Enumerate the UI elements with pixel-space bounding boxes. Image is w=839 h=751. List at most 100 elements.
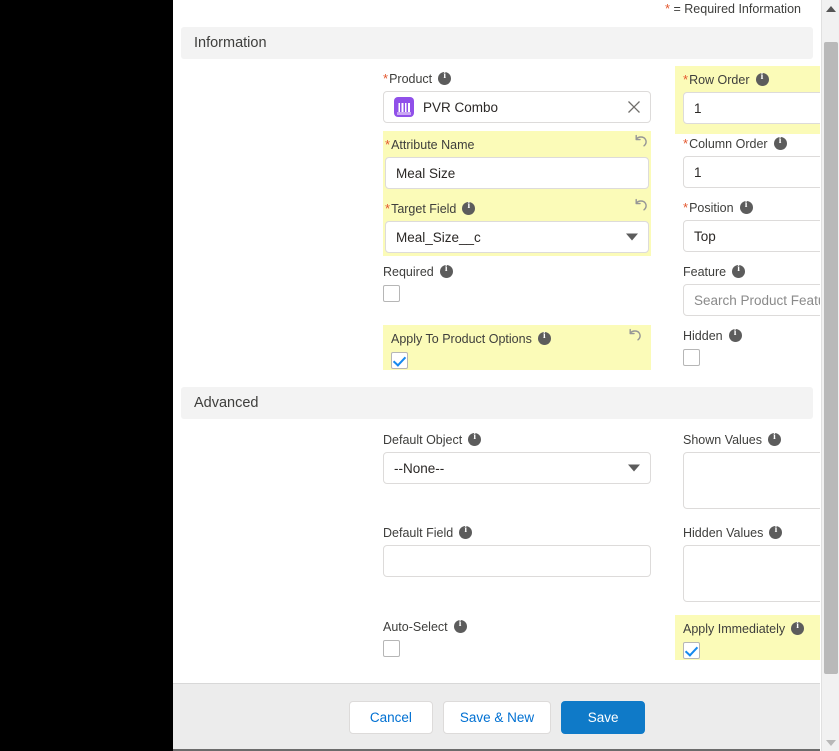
field-label-row-apply-immediately: Apply Immediately (683, 620, 821, 637)
modal-footer: Cancel Save & New Save (173, 683, 821, 751)
section-header-advanced[interactable]: Advanced (181, 387, 813, 419)
field-apply-immediately: Apply Immediately (675, 615, 821, 660)
field-label-apply-immediately: Apply Immediately (683, 621, 786, 636)
required-star-row-order: * (683, 72, 689, 87)
info-icon[interactable] (462, 201, 476, 215)
field-label-row-default-field: Default Field (383, 524, 651, 541)
field-column-order: * Column Order 1 (683, 135, 821, 188)
default-object-select[interactable]: --None-- (383, 452, 651, 484)
scroll-down-arrow-icon[interactable] (822, 734, 839, 751)
scrollbar-thumb[interactable] (824, 42, 838, 674)
field-apply-to-product-options: Apply To Product Options (383, 325, 651, 370)
shown-values-textarea[interactable] (683, 452, 821, 509)
field-label-row-apply-to-product-options: Apply To Product Options (391, 328, 643, 347)
field-label-attribute-name: Attribute Name (391, 137, 475, 152)
field-label-auto-select: Auto-Select (383, 619, 448, 634)
feature-placeholder: Search Product Features... (694, 292, 821, 308)
field-label-hidden-values: Hidden Values (683, 525, 764, 540)
field-label-default-object: Default Object (383, 432, 463, 447)
product-value: PVR Combo (423, 99, 499, 115)
field-label-shown-values: Shown Values (683, 432, 762, 447)
record-edit-modal: * = Required Information Information * P… (173, 0, 821, 751)
field-label-row-attribute-name: * Attribute Name (385, 134, 651, 153)
field-label-apply-to-product-options: Apply To Product Options (391, 331, 532, 346)
feature-search-input[interactable]: Search Product Features... (683, 284, 821, 316)
chevron-down-icon (628, 464, 640, 472)
field-label-default-field: Default Field (383, 525, 454, 540)
field-shown-values: Shown Values (683, 431, 821, 509)
required-star-position: * (683, 200, 689, 215)
hidden-values-textarea[interactable] (683, 545, 821, 602)
target-field-select[interactable]: Meal_Size__c (385, 221, 649, 253)
save-and-new-button[interactable]: Save & New (442, 701, 552, 734)
info-icon[interactable] (791, 621, 805, 635)
info-icon[interactable] (468, 432, 482, 446)
info-icon[interactable] (768, 432, 781, 446)
info-icon[interactable] (439, 264, 453, 278)
info-icon[interactable] (769, 525, 783, 539)
column-order-select[interactable]: 1 (683, 156, 821, 188)
field-label-target-field: Target Field (391, 201, 457, 216)
info-icon[interactable] (755, 72, 769, 86)
field-feature: Feature Search Product Features... (683, 263, 821, 316)
section-header-information[interactable]: Information (181, 27, 813, 59)
info-icon[interactable] (732, 264, 746, 278)
cancel-button[interactable]: Cancel (348, 701, 433, 734)
auto-select-checkbox[interactable] (383, 640, 400, 657)
field-label-row-hidden: Hidden (683, 327, 821, 344)
chevron-down-icon (626, 233, 638, 241)
info-icon[interactable] (773, 136, 787, 150)
field-label-row-target-field: * Target Field (385, 198, 651, 217)
field-hidden-values: Hidden Values (683, 524, 821, 602)
apply-immediately-checkbox[interactable] (683, 642, 700, 659)
modal-scroll-area: * = Required Information Information * P… (173, 0, 821, 683)
default-object-value: --None-- (394, 460, 445, 476)
field-label-column-order: Column Order (689, 136, 768, 151)
field-label-position: Position (689, 200, 734, 215)
field-label-hidden: Hidden (683, 328, 723, 343)
background-gutter (0, 0, 173, 751)
field-label-row-position: * Position (683, 199, 821, 216)
info-icon[interactable] (537, 331, 551, 345)
field-hidden: Hidden (683, 327, 821, 366)
field-label-feature: Feature (683, 264, 727, 279)
info-icon[interactable] (728, 328, 742, 342)
save-button[interactable]: Save (561, 701, 646, 734)
undo-icon[interactable] (633, 134, 649, 150)
field-attribute-name: * Attribute Name Meal Size (385, 134, 651, 189)
close-icon[interactable] (627, 100, 641, 114)
field-label-row-row-order: * Row Order (683, 71, 821, 88)
field-default-field: Default Field (383, 524, 651, 577)
info-icon[interactable] (459, 525, 473, 539)
field-product: * Product PVR Combo (383, 70, 651, 123)
field-label-row-shown-values: Shown Values (683, 431, 821, 448)
footer-button-group: Cancel Save & New Save (173, 701, 821, 734)
info-icon[interactable] (739, 200, 753, 214)
position-select[interactable]: Top (683, 220, 821, 252)
section-title-information: Information (194, 35, 267, 51)
info-icon[interactable] (438, 71, 452, 85)
section-title-advanced: Advanced (194, 395, 259, 411)
page-scrollbar[interactable] (821, 0, 839, 751)
undo-icon[interactable] (633, 198, 649, 214)
app-root: * = Required Information Information * P… (0, 0, 839, 751)
product-pill-icon (394, 97, 414, 117)
undo-icon[interactable] (627, 328, 643, 344)
field-position: * Position Top (683, 199, 821, 252)
product-lookup-input[interactable]: PVR Combo (383, 91, 651, 123)
attribute-name-input[interactable]: Meal Size (385, 157, 649, 189)
apply-to-product-options-checkbox[interactable] (391, 352, 408, 369)
hidden-checkbox[interactable] (683, 349, 700, 366)
scroll-up-arrow-icon[interactable] (822, 0, 839, 17)
default-field-input[interactable] (383, 545, 651, 577)
required-note-text: = Required Information (673, 2, 801, 16)
required-star-column-order: * (683, 136, 689, 151)
required-checkbox[interactable] (383, 285, 400, 302)
field-required: Required (383, 263, 649, 302)
row-order-input[interactable]: 1 (683, 92, 821, 124)
field-label-row-feature: Feature (683, 263, 821, 280)
field-row-order: * Row Order 1 (675, 66, 821, 134)
column-order-value: 1 (694, 164, 702, 180)
required-star-product: * (383, 71, 389, 86)
info-icon[interactable] (453, 619, 467, 633)
